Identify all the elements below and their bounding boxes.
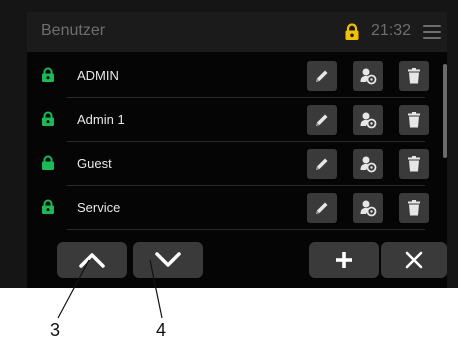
callout-number-3: 3: [50, 320, 61, 340]
callout-line-3: [57, 259, 163, 319]
callout-number-4: 4: [156, 320, 167, 340]
